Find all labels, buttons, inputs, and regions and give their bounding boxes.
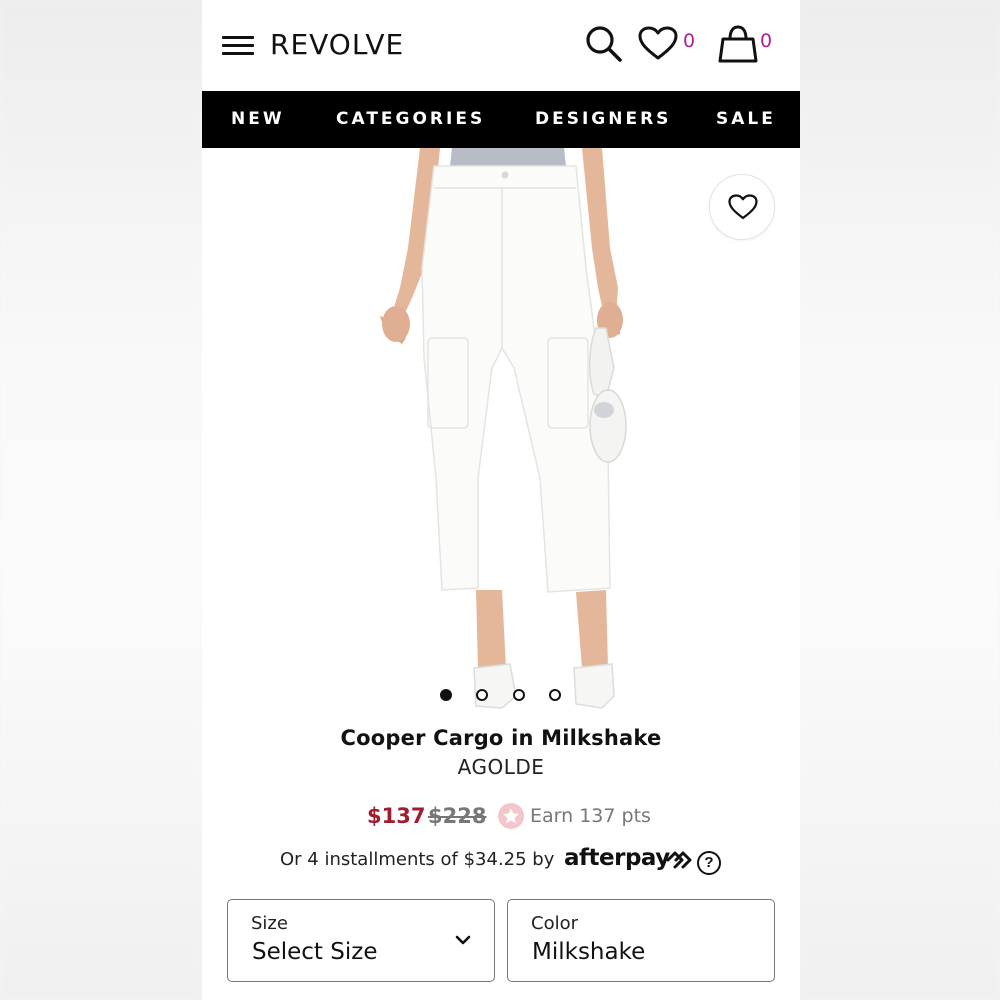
size-select[interactable]: Size Select Size <box>227 899 495 982</box>
background-left <box>0 0 202 1000</box>
points-text: Earn 137 pts <box>530 805 651 827</box>
original-price: $228 <box>428 804 487 828</box>
star-icon <box>498 803 524 829</box>
background-right <box>798 0 1000 1000</box>
help-icon[interactable]: ? <box>697 851 721 875</box>
sale-price: $137 <box>367 804 426 828</box>
site-header: REVOLVE 0 0 <box>202 0 800 91</box>
brand-logo[interactable]: REVOLVE <box>270 28 404 61</box>
carousel-dots <box>202 689 800 703</box>
chevron-down-icon <box>455 935 471 945</box>
nav-item-categories[interactable]: CATEGORIES <box>336 91 485 148</box>
product-photo <box>380 148 627 709</box>
installments-text: Or 4 installments of $34.25 by <box>280 849 555 870</box>
bag-count: 0 <box>760 30 773 52</box>
color-select[interactable]: Color Milkshake <box>507 899 775 982</box>
nav-item-designers[interactable]: DESIGNERS <box>535 91 671 148</box>
carousel-dot-1[interactable] <box>440 689 452 701</box>
product-image-gallery[interactable] <box>202 148 800 716</box>
carousel-dot-3[interactable] <box>513 689 525 701</box>
shopping-bag-icon[interactable] <box>718 24 758 69</box>
afterpay-logo[interactable]: afterpay <box>564 845 670 871</box>
main-nav: NEW CATEGORIES DESIGNERS SALE <box>202 91 800 148</box>
add-to-wishlist-button[interactable] <box>709 174 775 240</box>
wishlist-count: 0 <box>683 30 696 52</box>
color-label: Color <box>531 913 578 934</box>
size-label: Size <box>251 913 288 934</box>
mobile-page: REVOLVE 0 0 NEW CATEGORIES DESIGNERS SAL… <box>202 0 800 1000</box>
heart-icon[interactable] <box>638 26 678 67</box>
afterpay-icon <box>664 849 694 876</box>
product-title: Cooper Cargo in Milkshake <box>340 726 662 750</box>
nav-item-sale[interactable]: SALE <box>716 91 776 148</box>
search-icon[interactable] <box>584 24 624 69</box>
price-row: $137 $228 Earn 137 pts <box>202 802 800 832</box>
carousel-dot-2[interactable] <box>476 689 488 701</box>
heart-icon <box>728 194 758 220</box>
nav-item-new[interactable]: NEW <box>231 91 285 148</box>
carousel-dot-4[interactable] <box>549 689 561 701</box>
color-value: Milkshake <box>532 939 646 965</box>
product-brand[interactable]: AGOLDE <box>202 755 800 779</box>
size-value: Select Size <box>252 939 378 965</box>
menu-icon[interactable] <box>222 36 254 56</box>
